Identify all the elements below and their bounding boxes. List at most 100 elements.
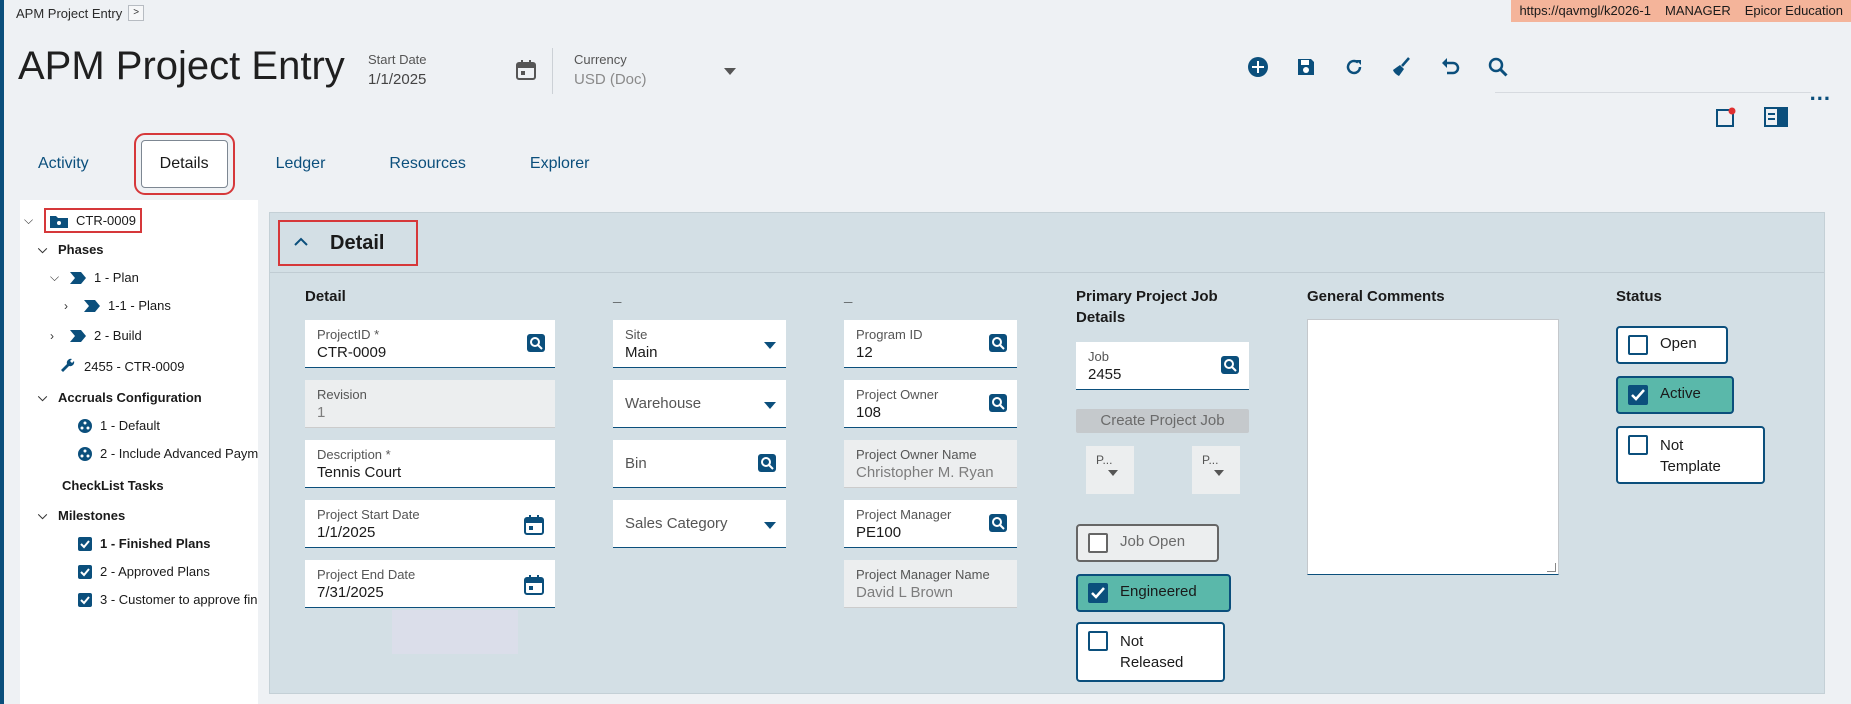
refresh-icon[interactable] xyxy=(1343,56,1365,78)
search-lookup-icon[interactable] xyxy=(989,394,1007,417)
calendar-icon[interactable] xyxy=(523,514,545,541)
more-options-icon[interactable]: ... xyxy=(1810,80,1831,106)
search-lookup-icon[interactable] xyxy=(989,514,1007,537)
project-start-date-field[interactable]: Project Start Date 1/1/2025 xyxy=(305,500,555,548)
warehouse-dropdown[interactable]: Warehouse xyxy=(613,380,786,428)
program-id-label: Program ID xyxy=(856,327,923,342)
end-date-value[interactable]: 7/31/2025 xyxy=(317,584,384,601)
undo-icon[interactable] xyxy=(1439,56,1461,78)
chevron-down-icon[interactable]: ⌵ xyxy=(24,213,36,228)
chevron-down-icon[interactable]: ⌵ xyxy=(38,508,50,523)
tree-item-milestone-1[interactable]: 1 - Finished Plans xyxy=(78,536,211,551)
chevron-right-icon[interactable]: › xyxy=(64,299,76,313)
search-lookup-icon[interactable] xyxy=(527,334,545,357)
chevron-up-icon[interactable] xyxy=(294,234,308,252)
tree-item-accrual-advanced[interactable]: 2 - Include Advanced Payment xyxy=(78,446,258,461)
tab-details[interactable]: Details xyxy=(133,133,235,195)
calendar-icon[interactable] xyxy=(514,58,538,87)
revision-value: 1 xyxy=(317,404,326,421)
collapse-detail-button[interactable]: Detail xyxy=(278,220,418,266)
tree-item-phase-build[interactable]: › 2 - Build xyxy=(50,328,142,343)
tree-item-accrual-default[interactable]: 1 - Default xyxy=(78,418,160,433)
program-id-value[interactable]: 12 xyxy=(856,344,873,361)
program-id-field[interactable]: Program ID 12 xyxy=(844,320,1017,368)
tree-item-root[interactable]: ⌵ CTR-0009 xyxy=(24,208,142,233)
owner-name-value: Christopher M. Ryan xyxy=(856,464,994,481)
chevron-down-icon[interactable]: ⌵ xyxy=(38,390,50,405)
add-icon[interactable] xyxy=(1247,56,1269,78)
chevron-down-icon[interactable] xyxy=(764,402,776,409)
search-lookup-icon[interactable] xyxy=(758,454,776,477)
chevron-right-icon[interactable]: › xyxy=(50,329,62,343)
status-active-checkbox[interactable]: Active xyxy=(1616,376,1734,414)
job-value[interactable]: 2455 xyxy=(1088,366,1121,383)
engineered-checkbox[interactable]: Engineered xyxy=(1076,574,1231,612)
site-value[interactable]: Main xyxy=(625,344,658,361)
tab-explorer[interactable]: Explorer xyxy=(530,155,590,173)
sales-category-dropdown[interactable]: Sales Category xyxy=(613,500,786,548)
clear-icon[interactable] xyxy=(1391,56,1413,78)
chevron-right-icon[interactable]: > xyxy=(128,5,145,21)
project-end-date-field[interactable]: Project End Date 7/31/2025 xyxy=(305,560,555,608)
not-template-checkbox[interactable]: Not Template xyxy=(1616,426,1765,484)
tree-root-label: CTR-0009 xyxy=(76,213,136,228)
chevron-down-icon[interactable] xyxy=(764,342,776,349)
tree-label: 2 - Include Advanced Payment xyxy=(100,446,258,461)
currency-value[interactable]: USD (Doc) xyxy=(574,71,647,88)
not-released-checkbox[interactable]: Not Released xyxy=(1076,622,1225,682)
notes-icon[interactable] xyxy=(1714,107,1736,134)
job-open-checkbox[interactable]: Job Open xyxy=(1076,524,1219,562)
project-owner-field[interactable]: Project Owner 108 xyxy=(844,380,1017,428)
chevron-down-icon[interactable]: ⌵ xyxy=(50,270,62,285)
search-lookup-icon[interactable] xyxy=(989,334,1007,357)
general-comments-textarea[interactable] xyxy=(1307,319,1559,575)
tab-activity[interactable]: Activity xyxy=(38,155,89,173)
comments-col-title: General Comments xyxy=(1307,288,1445,305)
chevron-down-icon[interactable]: ⌵ xyxy=(38,242,50,257)
project-id-value[interactable]: CTR-0009 xyxy=(317,344,386,361)
tree-item-milestone-3[interactable]: 3 - Customer to approve final xyxy=(78,592,258,607)
status-open-checkbox[interactable]: Open xyxy=(1616,326,1728,364)
tree-item-phase-plans[interactable]: › 1-1 - Plans xyxy=(64,298,171,313)
currency-field[interactable]: Currency USD (Doc) xyxy=(574,52,647,88)
search-icon[interactable] xyxy=(1487,56,1509,78)
bin-field[interactable]: Bin xyxy=(613,440,786,488)
chevron-down-icon[interactable] xyxy=(764,522,776,529)
tree-item-milestone-2[interactable]: 2 - Approved Plans xyxy=(78,564,210,579)
job-field[interactable]: Job 2455 xyxy=(1076,342,1249,390)
project-manager-value[interactable]: PE100 xyxy=(856,524,901,541)
start-date-value[interactable]: 1/1/2025 xyxy=(368,71,427,88)
checkbox-box xyxy=(1628,435,1648,455)
tree-item-job[interactable]: 2455 - CTR-0009 xyxy=(60,358,184,374)
tree-item-phases[interactable]: ⌵ Phases xyxy=(38,242,104,257)
description-field[interactable]: Description * Tennis Court xyxy=(305,440,555,488)
start-date-field[interactable]: Start Date 1/1/2025 xyxy=(368,52,427,88)
create-project-job-button[interactable]: Create Project Job xyxy=(1076,409,1249,433)
search-lookup-icon[interactable] xyxy=(1221,356,1239,379)
start-date-value[interactable]: 1/1/2025 xyxy=(317,524,375,541)
tab-ledger[interactable]: Ledger xyxy=(276,155,326,173)
tree-item-checklist[interactable]: CheckList Tasks xyxy=(62,478,164,493)
calendar-icon[interactable] xyxy=(523,574,545,601)
checkbox-box xyxy=(1088,533,1108,553)
part-dropdown-1[interactable]: P... xyxy=(1086,446,1134,494)
tree-label: 2 - Approved Plans xyxy=(100,564,210,579)
tree-item-accruals[interactable]: ⌵ Accruals Configuration xyxy=(38,390,202,405)
tree-item-milestones[interactable]: ⌵ Milestones xyxy=(38,508,125,523)
currency-dropdown-icon[interactable] xyxy=(724,68,736,75)
engineered-label: Engineered xyxy=(1120,583,1197,600)
tab-bar: Activity Details Ledger Resources Explor… xyxy=(38,133,653,195)
project-owner-value[interactable]: 108 xyxy=(856,404,881,421)
description-value[interactable]: Tennis Court xyxy=(317,464,401,481)
breadcrumb-title: APM Project Entry xyxy=(16,5,123,21)
site-dropdown[interactable]: Site Main xyxy=(613,320,786,368)
tab-resources[interactable]: Resources xyxy=(389,155,465,173)
project-manager-label: Project Manager xyxy=(856,507,952,522)
tree-item-phase-plan[interactable]: ⌵ 1 - Plan xyxy=(50,270,139,285)
panel-toggle-icon[interactable] xyxy=(1764,107,1788,132)
description-label: Description * xyxy=(317,447,391,462)
part-dropdown-2[interactable]: P... xyxy=(1192,446,1240,494)
project-manager-field[interactable]: Project Manager PE100 xyxy=(844,500,1017,548)
project-id-field[interactable]: ProjectID * CTR-0009 xyxy=(305,320,555,368)
save-icon[interactable] xyxy=(1295,56,1317,78)
